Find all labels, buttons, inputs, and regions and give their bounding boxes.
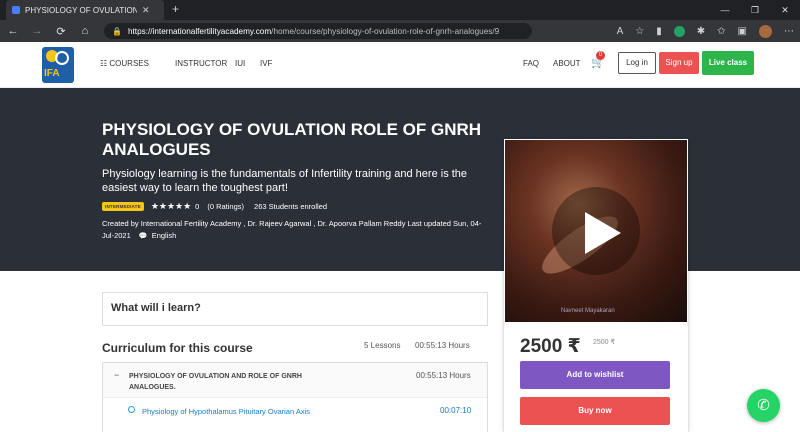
course-subtitle: Physiology learning is the fundamentals … <box>102 168 468 194</box>
maximize-icon[interactable]: ❐ <box>740 0 770 20</box>
lesson-status-icon <box>128 406 135 413</box>
forward-icon[interactable]: → <box>30 25 44 37</box>
course-language: English <box>151 231 177 240</box>
logo-ring-icon <box>55 51 69 65</box>
curriculum-duration: 00:55:13 Hours <box>415 341 470 350</box>
window-controls: — ❐ ✕ <box>710 0 800 20</box>
course-rating-row: INTERMEDIATE ★★★★★ 0 (0 Ratings) 263 Stu… <box>102 201 327 212</box>
curriculum-section: − PHYSIOLOGY OF OVULATION AND ROLE OF GN… <box>102 362 488 432</box>
video-watermark: Navneet Mayakaran <box>561 308 615 314</box>
course-meta: Created by International Fertility Acade… <box>102 218 482 243</box>
what-will-i-learn-box: What will i learn? <box>102 292 488 326</box>
window-close-icon[interactable]: ✕ <box>770 0 800 20</box>
site-header: IFA ☷ COURSES INSTRUCTOR IUI IVF FAQ ABO… <box>0 42 800 88</box>
nav-instructor[interactable]: INSTRUCTOR <box>175 59 227 68</box>
buy-now-button[interactable]: Buy now <box>520 397 670 425</box>
learn-heading: What will i learn? <box>111 302 201 314</box>
nav-about[interactable]: ABOUT <box>553 59 581 68</box>
nav-ivf[interactable]: IVF <box>260 59 272 68</box>
lock-icon: 🔒 <box>112 26 122 36</box>
cart-count-badge: 0 <box>596 51 605 60</box>
favorite-star-icon[interactable]: ☆ <box>635 26 644 37</box>
level-badge: INTERMEDIATE <box>102 202 144 211</box>
site-favicon-icon <box>12 6 20 14</box>
section-title: PHYSIOLOGY OF OVULATION AND ROLE OF GNRH… <box>129 373 302 391</box>
profile-avatar[interactable] <box>759 24 772 38</box>
whatsapp-chat-icon[interactable]: ✆ <box>747 389 780 422</box>
read-aloud-icon[interactable]: A <box>617 26 624 37</box>
signup-button[interactable]: Sign up <box>659 52 699 74</box>
course-purchase-card: Navneet Mayakaran 2500 ₹ 2500 ₹ Add to w… <box>504 139 688 432</box>
logo-text: IFA <box>44 68 60 79</box>
favorites-icon[interactable]: ✩ <box>717 26 725 37</box>
grammarly-icon[interactable] <box>673 25 685 37</box>
collapse-icon[interactable]: − <box>114 370 119 380</box>
lesson-duration: 00:07:10 <box>440 406 472 415</box>
live-class-button[interactable]: Live class <box>702 51 754 75</box>
reload-icon[interactable]: ⟳ <box>54 25 68 38</box>
login-button[interactable]: Log in <box>618 52 656 74</box>
original-price: 2500 ₹ <box>593 339 615 346</box>
office-icon[interactable]: ▮ <box>656 26 662 37</box>
browser-tab-bar: PHYSIOLOGY OF OVULATION RC ✕ + — ❐ ✕ <box>0 0 800 20</box>
tab-close-icon[interactable]: ✕ <box>142 5 150 16</box>
students-enrolled: 263 Students enrolled <box>254 202 328 211</box>
nav-iui[interactable]: IUI <box>235 59 245 68</box>
collections-icon[interactable]: ▣ <box>738 26 747 37</box>
new-tab-icon[interactable]: + <box>172 2 179 16</box>
add-to-wishlist-button[interactable]: Add to wishlist <box>520 361 670 389</box>
nav-courses[interactable]: ☷ COURSES <box>100 59 149 68</box>
rating-value: 0 <box>195 202 200 211</box>
lesson-title[interactable]: Physiology of Hypothalamus Pituitary Ova… <box>142 406 322 418</box>
extensions-area: A ☆ ▮ ✱ ✩ ▣ ⋯ <box>617 24 794 38</box>
menu-dots-icon[interactable]: ⋯ <box>784 26 794 37</box>
ifa-logo[interactable]: IFA <box>42 47 74 83</box>
play-icon[interactable] <box>585 212 621 254</box>
language-icon: 💬 <box>138 233 148 240</box>
minimize-icon[interactable]: — <box>710 0 740 20</box>
ratings-count: (0 Ratings) <box>207 202 245 211</box>
rating-stars-icon: ★★★★★ <box>150 201 192 211</box>
curriculum-heading: Curriculum for this course <box>102 341 253 355</box>
url-text: https://internationalfertilityacademy.co… <box>127 26 500 36</box>
course-preview-video[interactable]: Navneet Mayakaran <box>505 140 687 322</box>
section-header[interactable]: − PHYSIOLOGY OF OVULATION AND ROLE OF GN… <box>103 363 487 398</box>
browser-toolbar: ← → ⟳ ⌂ 🔒 https://internationalfertility… <box>0 20 800 42</box>
puzzle-icon[interactable]: ✱ <box>697 26 705 37</box>
course-title: PHYSIOLOGY OF OVULATION ROLE OF GNRH ANA… <box>102 120 482 159</box>
nav-faq[interactable]: FAQ <box>523 59 539 68</box>
address-bar[interactable]: 🔒 https://internationalfertilityacademy.… <box>104 23 532 39</box>
browser-tab[interactable]: PHYSIOLOGY OF OVULATION RC ✕ <box>6 0 164 20</box>
tab-title: PHYSIOLOGY OF OVULATION RC <box>25 5 137 15</box>
back-icon[interactable]: ← <box>6 25 20 37</box>
course-price: 2500 ₹ <box>520 336 581 357</box>
section-duration: 00:55:13 Hours <box>416 371 471 380</box>
lessons-count: 5 Lessons <box>364 341 401 350</box>
cart-button[interactable]: 🛒 0 <box>591 51 605 69</box>
home-icon[interactable]: ⌂ <box>78 25 92 37</box>
